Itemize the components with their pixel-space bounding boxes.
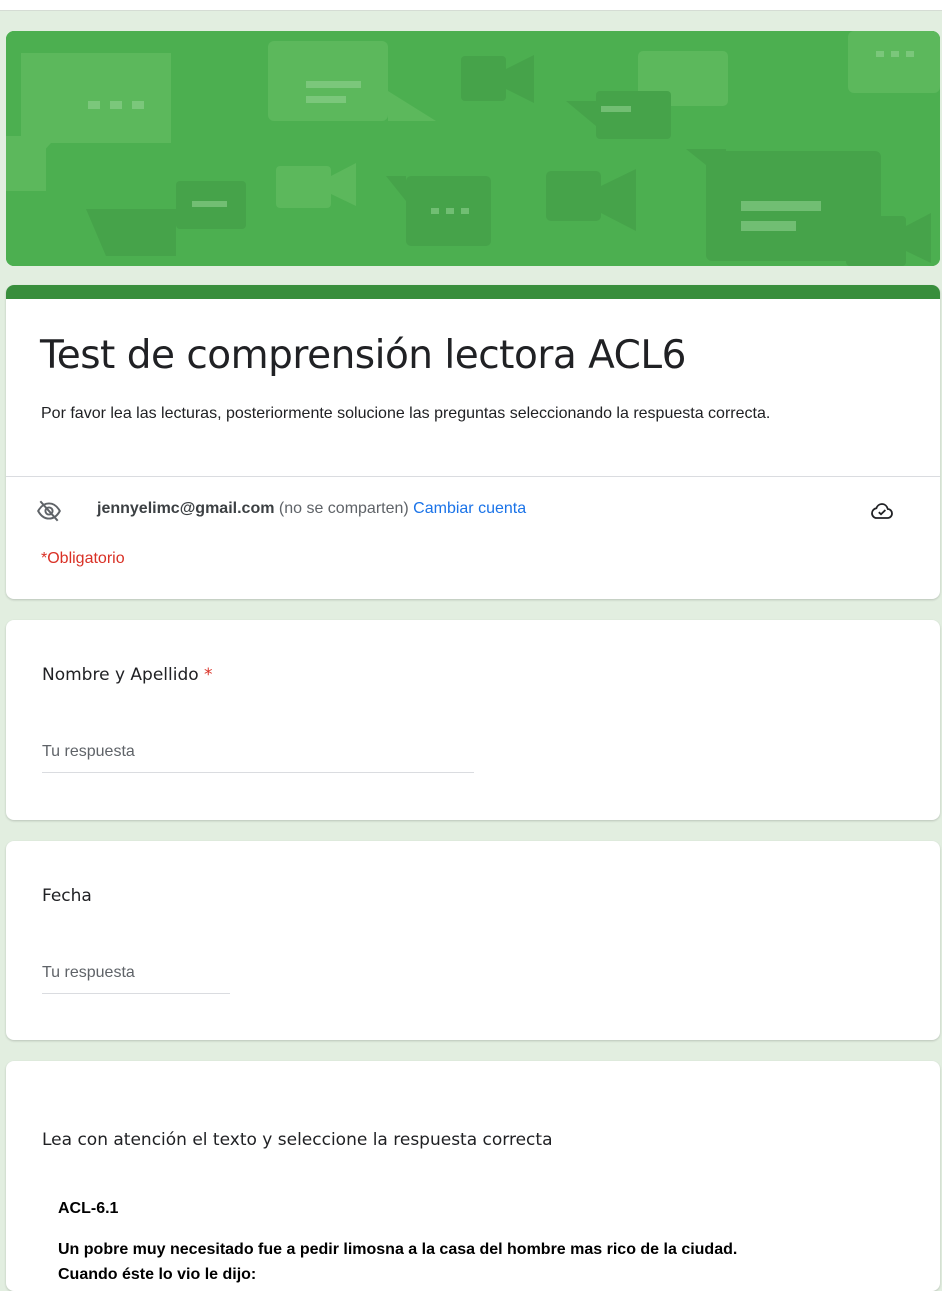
- question-card-reading: Lea con atención el texto y seleccione l…: [6, 1061, 940, 1291]
- eye-off-icon: [36, 498, 62, 524]
- account-info: jennyelimc@gmail.com (no se comparten) C…: [97, 500, 526, 518]
- name-answer-input[interactable]: [42, 740, 474, 773]
- required-asterisk: *: [198, 665, 213, 685]
- required-note: *Obligatorio: [41, 550, 125, 567]
- passage-line: Cuando éste lo vio le dijo:: [58, 1266, 257, 1283]
- form-title: Test de comprensión lectora ACL6: [40, 333, 686, 378]
- question-label: Fecha: [42, 886, 92, 906]
- header-accent-bar: [6, 285, 940, 299]
- header-divider: [6, 476, 940, 477]
- date-answer-input[interactable]: [42, 961, 230, 994]
- switch-account-link[interactable]: Cambiar cuenta: [413, 500, 526, 517]
- banner-chat-pattern: [6, 31, 940, 266]
- form-header-card: Test de comprensión lectora ACL6 Por fav…: [6, 285, 940, 599]
- question-label: Nombre y Apellido *: [42, 665, 213, 685]
- question-card-name: Nombre y Apellido *: [6, 620, 940, 820]
- account-email: jennyelimc@gmail.com: [97, 500, 275, 517]
- question-card-date: Fecha: [6, 841, 940, 1040]
- account-privacy-note: (no se comparten): [274, 500, 414, 517]
- account-row: jennyelimc@gmail.com (no se comparten) C…: [36, 498, 916, 524]
- passage-code: ACL-6.1: [58, 1200, 119, 1217]
- form-description: Por favor lea las lecturas, posteriormen…: [41, 405, 771, 422]
- question-label: Lea con atención el texto y seleccione l…: [42, 1130, 553, 1150]
- passage-line: Un pobre muy necesitado fue a pedir limo…: [58, 1241, 738, 1258]
- cloud-check-icon[interactable]: [870, 499, 894, 523]
- header-banner: [6, 31, 940, 266]
- question-title: Nombre y Apellido: [42, 665, 199, 685]
- browser-top-edge: [0, 0, 942, 11]
